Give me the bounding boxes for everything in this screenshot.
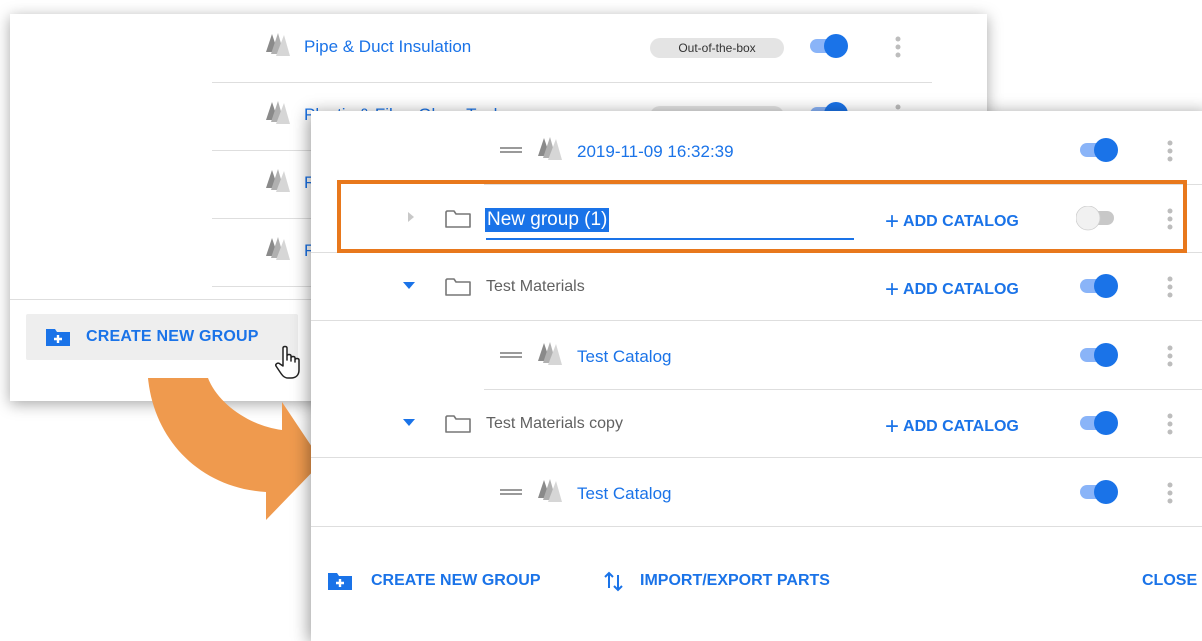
more-vert-icon[interactable] [1167,482,1175,506]
drag-handle-icon[interactable] [500,147,522,153]
highlight-box [337,180,1187,253]
drag-handle-icon[interactable] [500,489,522,495]
hand-cursor-icon [275,345,300,379]
group-name[interactable]: Test Materials copy [486,415,623,433]
import-export-icon [604,571,623,592]
more-vert-icon[interactable] [1167,413,1175,437]
group-row[interactable]: Test Materials copy + ADD CATALOG [311,389,1202,458]
footer-divider [311,526,1202,527]
create-new-group-label: CREATE NEW GROUP [371,572,541,589]
enable-toggle[interactable] [1076,138,1120,164]
catalog-row[interactable]: 2019-11-09 16:32:39 [484,116,1202,185]
import-export-button[interactable]: IMPORT/EXPORT PARTS [603,568,873,594]
caret-down-icon[interactable] [403,282,415,289]
import-export-label: IMPORT/EXPORT PARTS [640,572,830,589]
folder-icon [445,278,471,296]
catalog-icon [538,479,562,502]
more-vert-icon[interactable] [1167,140,1175,164]
more-vert-icon[interactable] [1167,345,1175,369]
catalog-icon [538,342,562,365]
catalog-row[interactable]: Test Catalog [484,321,1202,390]
add-catalog-button[interactable]: + ADD CATALOG [885,276,1019,304]
enable-toggle[interactable] [1076,343,1120,369]
folder-plus-icon [328,571,354,592]
group-name[interactable]: Test Materials [486,278,585,296]
caret-down-icon[interactable] [403,419,415,426]
create-new-group-button[interactable]: CREATE NEW GROUP [328,570,568,594]
folder-icon [445,415,471,433]
catalog-name[interactable]: Test Catalog [577,484,672,504]
add-catalog-button[interactable]: + ADD CATALOG [885,413,1019,441]
enable-toggle[interactable] [1076,274,1120,300]
enable-toggle[interactable] [1076,480,1120,506]
catalog-name[interactable]: 2019-11-09 16:32:39 [577,142,734,162]
more-vert-icon[interactable] [1167,276,1175,300]
catalog-name[interactable]: Test Catalog [577,347,672,367]
catalog-row[interactable]: Test Catalog [484,458,1202,526]
catalog-icon [538,137,562,160]
close-button[interactable]: CLOSE [1142,572,1197,590]
drag-handle-icon[interactable] [500,352,522,358]
group-row[interactable]: Test Materials + ADD CATALOG [311,252,1202,321]
enable-toggle[interactable] [1076,411,1120,437]
